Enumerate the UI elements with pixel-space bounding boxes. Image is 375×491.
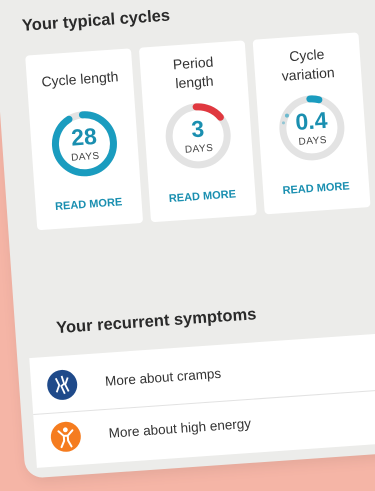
cycle-variation-card[interactable]: Cycle variation 0.4 DAYS READ MORE bbox=[252, 32, 371, 215]
high-energy-label: More about high energy bbox=[108, 415, 252, 441]
cycle-length-card[interactable]: Cycle length 28 DAYS READ MORE bbox=[25, 48, 144, 231]
rotated-screen: Your typical cycles Cycle length 28 DAYS… bbox=[0, 0, 375, 479]
typical-cycles-title: Your typical cycles bbox=[21, 6, 171, 35]
symptoms-list: More about cramps › More about high ener… bbox=[29, 328, 375, 468]
cycle-length-label: Cycle length bbox=[40, 68, 119, 90]
cycle-variation-label: Cycle variation bbox=[281, 45, 336, 84]
period-length-read-more-link[interactable]: READ MORE bbox=[149, 187, 256, 206]
cramps-icon bbox=[46, 368, 79, 401]
period-length-label: Period length bbox=[172, 53, 214, 92]
recurrent-symptoms-title: Your recurrent symptoms bbox=[55, 305, 257, 338]
high-energy-icon bbox=[49, 420, 82, 453]
cramps-label: More about cramps bbox=[104, 365, 222, 389]
cycle-length-read-more-link[interactable]: READ MORE bbox=[35, 195, 142, 214]
cycle-variation-read-more-link[interactable]: READ MORE bbox=[263, 179, 370, 198]
app-panel: Your typical cycles Cycle length 28 DAYS… bbox=[0, 0, 375, 479]
period-length-card[interactable]: Period length 3 DAYS READ MORE bbox=[138, 40, 257, 223]
